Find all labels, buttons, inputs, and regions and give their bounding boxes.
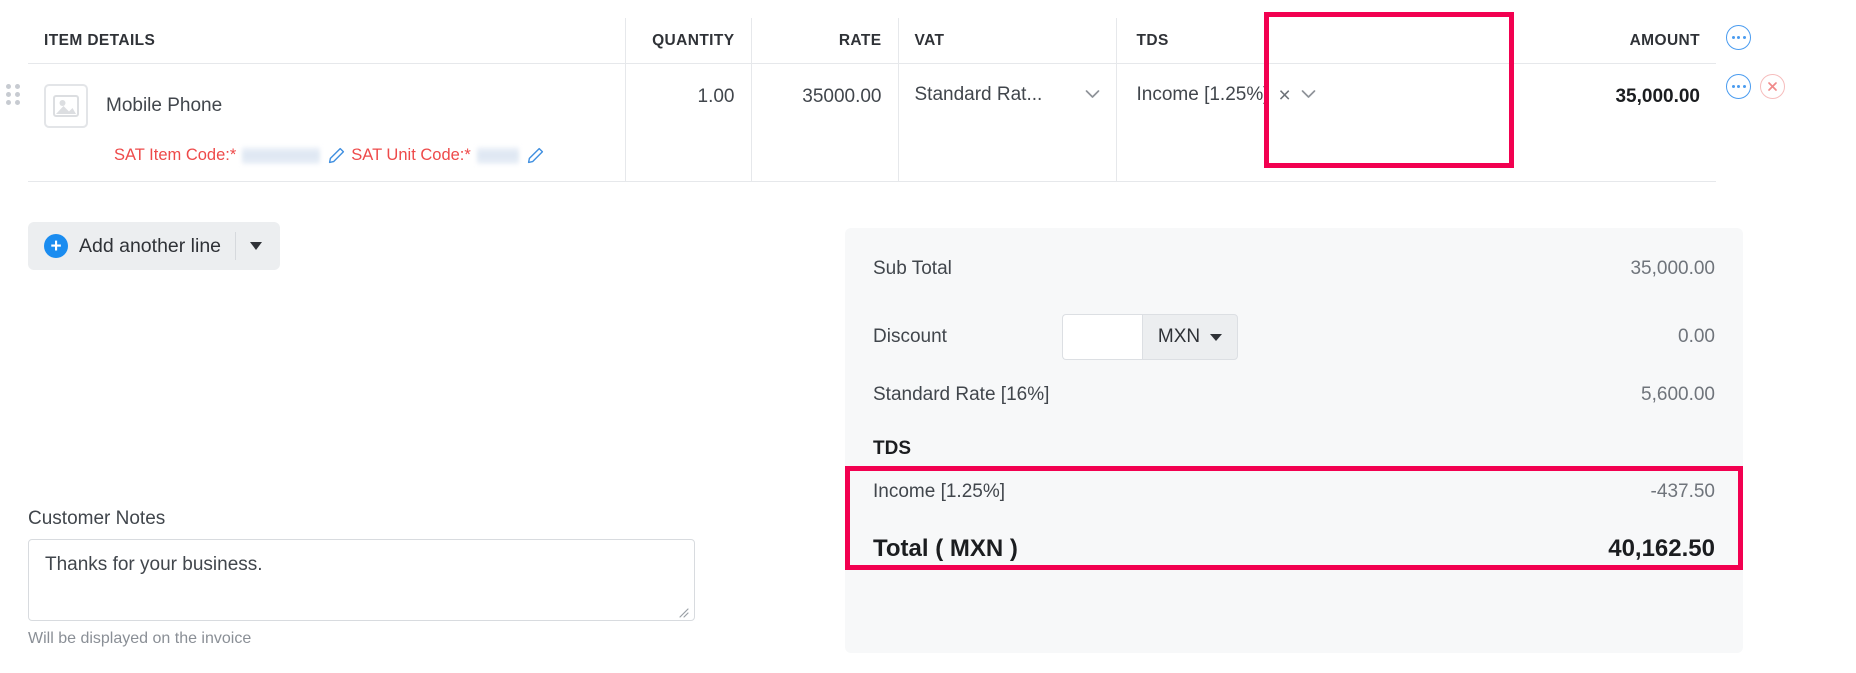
cell-quantity[interactable]: 1.00	[625, 64, 751, 182]
row-more-options-icon[interactable]	[1726, 74, 1751, 99]
header-item-details: ITEM DETAILS	[28, 18, 625, 64]
chevron-down-icon[interactable]	[1301, 86, 1316, 104]
sat-unit-code-value[interactable]	[477, 147, 519, 164]
item-name[interactable]: Mobile Phone	[106, 93, 222, 119]
tds-section-header: TDS	[873, 438, 911, 460]
amount-value: 35,000.00	[1615, 86, 1700, 107]
total-value: 40,162.50	[1608, 535, 1715, 563]
summary-row-tds-line: Income [1.25%] -437.50	[845, 475, 1743, 509]
table-options-button[interactable]	[1726, 25, 1751, 50]
standard-rate-label: Standard Rate [16%]	[873, 384, 1049, 406]
sat-item-code-value[interactable]	[242, 147, 320, 164]
header-tds: TDS	[1116, 18, 1356, 64]
discount-currency-dropdown[interactable]: MXN	[1142, 314, 1238, 360]
table-header-row: ITEM DETAILS QUANTITY RATE VAT TDS AMOUN…	[28, 18, 1716, 64]
header-quantity: QUANTITY	[625, 18, 751, 64]
sub-total-value: 35,000.00	[1630, 258, 1715, 280]
cell-item-details: Mobile Phone SAT Item Code:* SAT Unit Co…	[28, 64, 625, 182]
summary-row-tds-header: TDS	[845, 432, 1743, 466]
tds-selected-value: Income [1.25%]	[1137, 84, 1269, 106]
discount-label: Discount	[873, 326, 947, 348]
caret-down-icon	[250, 242, 262, 250]
plus-icon: +	[44, 234, 68, 258]
summary-row-discount: Discount MXN 0.00	[845, 313, 1743, 361]
row-drag-handle-icon[interactable]	[6, 84, 20, 106]
tds-select[interactable]: Income [1.25%] ×	[1117, 64, 1357, 106]
cell-tds[interactable]: Income [1.25%] ×	[1116, 64, 1356, 182]
customer-notes-input[interactable]	[28, 539, 695, 621]
line-items-table: ITEM DETAILS QUANTITY RATE VAT TDS AMOUN…	[28, 18, 1716, 182]
table-row: Mobile Phone SAT Item Code:* SAT Unit Co…	[28, 64, 1716, 182]
sat-unit-code-label: SAT Unit Code:*	[351, 146, 471, 165]
cell-vat[interactable]: Standard Rat...	[898, 64, 1116, 182]
add-another-line-button[interactable]: + Add another line	[28, 222, 280, 270]
caret-down-icon	[1210, 334, 1222, 341]
invoice-line-items-screen: ITEM DETAILS QUANTITY RATE VAT TDS AMOUN…	[0, 0, 1856, 673]
add-another-line-label: Add another line	[79, 235, 221, 258]
edit-pencil-icon[interactable]	[527, 147, 544, 164]
sub-total-label: Sub Total	[873, 258, 952, 280]
total-label: Total ( MXN )	[873, 535, 1018, 563]
row-action-icons	[1726, 74, 1785, 99]
quantity-value: 1.00	[698, 86, 735, 107]
vat-select[interactable]: Standard Rat...	[899, 64, 1116, 106]
discount-input[interactable]	[1062, 314, 1142, 360]
item-image-placeholder-icon	[44, 84, 88, 128]
sat-item-code-label: SAT Item Code:*	[114, 146, 236, 165]
discount-value: 0.00	[1678, 326, 1715, 348]
discount-currency-label: MXN	[1158, 326, 1200, 348]
rate-value: 35000.00	[802, 86, 881, 107]
add-line-dropdown-button[interactable]	[235, 232, 276, 260]
sat-codes-row: SAT Item Code:* SAT Unit Code:*	[28, 128, 625, 181]
summary-row-sub-total: Sub Total 35,000.00	[845, 252, 1743, 286]
vat-selected-value: Standard Rat...	[915, 84, 1043, 106]
customer-notes-label: Customer Notes	[28, 508, 165, 530]
customer-notes-hint: Will be displayed on the invoice	[28, 630, 251, 648]
standard-rate-value: 5,600.00	[1641, 384, 1715, 406]
tds-line-value: -437.50	[1651, 481, 1715, 503]
header-rate: RATE	[751, 18, 898, 64]
cell-amount: 35,000.00	[1356, 64, 1716, 182]
header-amount: AMOUNT	[1356, 18, 1716, 64]
tds-line-label: Income [1.25%]	[873, 481, 1005, 503]
cell-rate[interactable]: 35000.00	[751, 64, 898, 182]
remove-row-icon[interactable]	[1760, 74, 1785, 99]
summary-row-total: Total ( MXN ) 40,162.50	[845, 529, 1743, 569]
chevron-down-icon	[1085, 86, 1100, 104]
summary-row-standard-rate: Standard Rate [16%] 5,600.00	[845, 378, 1743, 412]
clear-tds-icon[interactable]: ×	[1279, 85, 1291, 106]
more-options-icon[interactable]	[1726, 25, 1751, 50]
edit-pencil-icon[interactable]	[328, 147, 345, 164]
header-vat: VAT	[898, 18, 1116, 64]
